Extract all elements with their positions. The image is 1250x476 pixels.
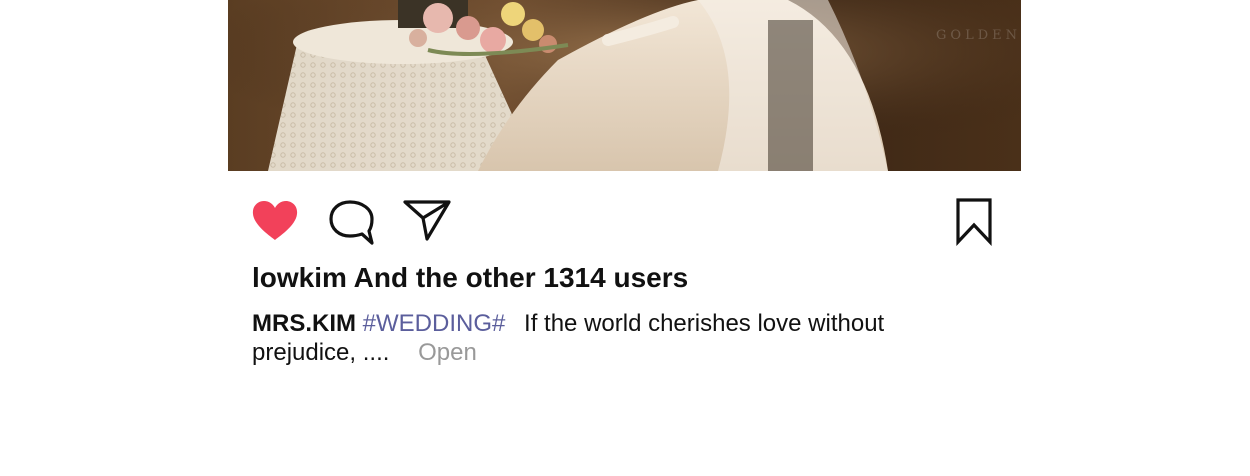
caption-username[interactable]: MRS.KIM xyxy=(252,310,356,337)
post-card: GOLDEN lowkim And the other 1314 users M… xyxy=(0,0,1250,476)
photo-watermark: GOLDEN xyxy=(936,28,1021,43)
caption-hashtag[interactable]: #WEDDING# xyxy=(363,310,506,337)
heart-filled-icon[interactable] xyxy=(250,196,300,246)
likes-count-text[interactable]: lowkim And the other 1314 users xyxy=(252,262,688,294)
wedding-photo-illustration xyxy=(228,0,1021,171)
post-action-bar xyxy=(228,196,1021,246)
bookmark-icon[interactable] xyxy=(949,196,999,246)
caption-open-link[interactable]: Open xyxy=(418,339,477,366)
post-caption: MRS.KIM #WEDDING# If the world cherishes… xyxy=(252,309,932,367)
post-photo[interactable]: GOLDEN xyxy=(228,0,1021,171)
send-paper-plane-icon[interactable] xyxy=(402,196,452,246)
comment-bubble-icon[interactable] xyxy=(327,196,377,246)
